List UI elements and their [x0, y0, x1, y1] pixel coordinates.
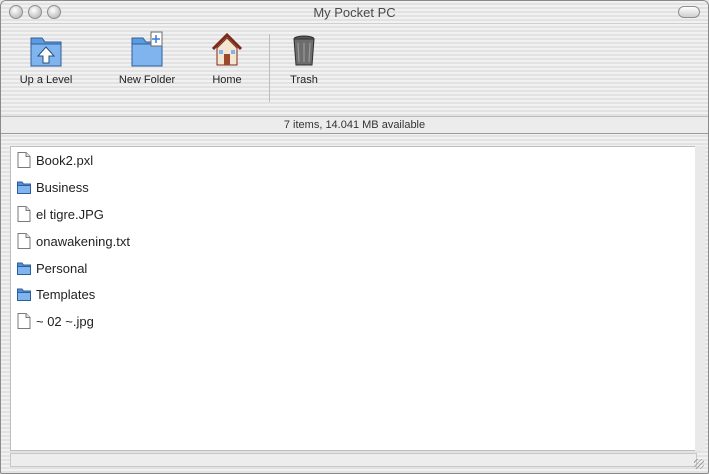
list-item[interactable]: el tigre.JPG: [17, 204, 104, 224]
toolbar-toggle-button[interactable]: [678, 6, 700, 18]
up-level-folder-icon: [30, 37, 62, 67]
folder-icon: [17, 181, 31, 194]
list-item[interactable]: Templates: [17, 284, 95, 304]
file-name: Book2.pxl: [36, 152, 94, 168]
file-name: Business: [36, 179, 89, 195]
file-name: el tigre.JPG: [36, 206, 104, 222]
up-a-level-button[interactable]: Up a Level: [17, 30, 75, 86]
toolbar-separator: [269, 34, 270, 102]
file-name: Personal: [36, 260, 88, 276]
document-icon: [17, 206, 31, 222]
status-text: 7 items, 14.041 MB available: [283, 119, 426, 131]
trash-button[interactable]: Trash: [284, 30, 324, 86]
toolbar: Up a Level New Folder Home Trash: [1, 24, 708, 116]
window-title: My Pocket PC: [313, 5, 396, 20]
list-item[interactable]: onawakening.txt: [17, 231, 130, 251]
home-icon: [211, 32, 243, 66]
document-icon: [17, 233, 31, 249]
list-item[interactable]: ~ 02 ~.jpg: [17, 311, 94, 331]
file-name: Templates: [36, 286, 96, 302]
new-folder-label: New Folder: [118, 74, 176, 86]
new-folder-icon: [131, 31, 163, 67]
folder-icon: [17, 288, 31, 301]
up-a-level-label: Up a Level: [19, 74, 73, 86]
trash-label: Trash: [290, 74, 318, 86]
document-icon: [17, 152, 31, 168]
list-item[interactable]: Business: [17, 177, 89, 197]
home-button[interactable]: Home: [206, 30, 248, 86]
resize-grip-icon[interactable]: [694, 459, 704, 469]
finder-window: My Pocket PC Up a Level New Folder Home …: [0, 0, 709, 474]
document-icon: [17, 313, 31, 329]
title-bar[interactable]: My Pocket PC: [1, 1, 708, 24]
folder-icon: [17, 262, 31, 275]
file-list[interactable]: Book2.pxl Business el tigre.JPG onawaken…: [10, 146, 697, 451]
trash-icon: [293, 35, 315, 66]
list-item[interactable]: Book2.pxl: [17, 150, 93, 170]
status-bar: 7 items, 14.041 MB available: [1, 116, 708, 134]
home-label: Home: [212, 74, 242, 86]
vertical-scrollbar[interactable]: [695, 146, 705, 451]
horizontal-scrollbar[interactable]: [10, 453, 697, 467]
file-name: onawakening.txt: [36, 233, 130, 249]
list-item[interactable]: Personal: [17, 258, 87, 278]
file-name: ~ 02 ~.jpg: [36, 313, 94, 329]
new-folder-button[interactable]: New Folder: [115, 30, 179, 86]
